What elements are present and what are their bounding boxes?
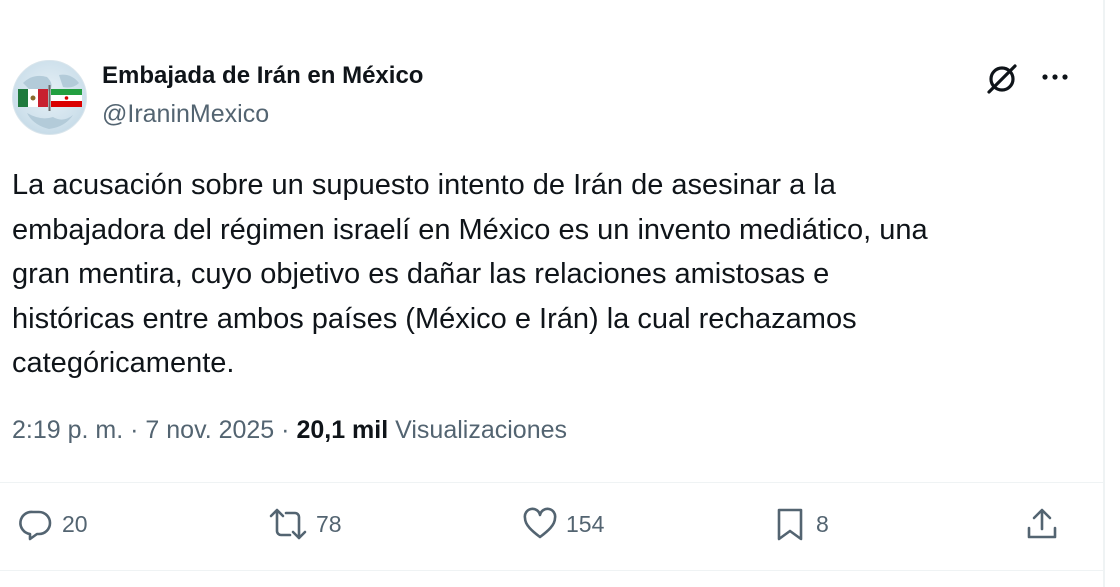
bookmark-icon bbox=[777, 508, 803, 541]
embassy-flags-logo bbox=[18, 74, 82, 129]
bookmark-count: 8 bbox=[816, 510, 829, 537]
divider bbox=[0, 482, 1103, 483]
author-display-name[interactable]: Embajada de Irán en México bbox=[102, 62, 423, 90]
bookmark-button[interactable]: 8 bbox=[772, 504, 829, 544]
like-icon bbox=[523, 507, 557, 539]
repost-button[interactable]: 78 bbox=[268, 504, 342, 544]
grok-icon[interactable] bbox=[985, 62, 1019, 96]
views-count: 20,1 mil bbox=[296, 416, 389, 444]
tweet-time[interactable]: 2:19 p. m. bbox=[12, 416, 123, 444]
meta-separator: · bbox=[281, 416, 290, 444]
author-handle[interactable]: @IraninMexico bbox=[102, 100, 269, 129]
more-icon[interactable] bbox=[1038, 62, 1072, 92]
like-count: 154 bbox=[566, 510, 605, 537]
share-icon bbox=[1027, 508, 1057, 539]
tweet-text: La acusación sobre un supuesto intento d… bbox=[12, 169, 928, 379]
reply-button[interactable]: 20 bbox=[18, 504, 88, 544]
repost-count: 78 bbox=[316, 510, 342, 537]
views-label: Visualizaciones bbox=[395, 416, 568, 444]
share-button[interactable] bbox=[1024, 504, 1060, 544]
repost-icon bbox=[269, 508, 307, 540]
divider bbox=[0, 570, 1103, 571]
timeline-border bbox=[1103, 0, 1120, 587]
reply-count: 20 bbox=[62, 510, 88, 537]
avatar[interactable] bbox=[12, 60, 87, 135]
tweet-metadata: 2:19 p. m. · 7 nov. 2025 · 20,1 mil Visu… bbox=[12, 416, 567, 445]
tweet-date[interactable]: 7 nov. 2025 bbox=[145, 416, 274, 444]
like-button[interactable]: 154 bbox=[522, 504, 604, 544]
reply-icon bbox=[19, 510, 52, 541]
meta-separator: · bbox=[130, 416, 139, 444]
